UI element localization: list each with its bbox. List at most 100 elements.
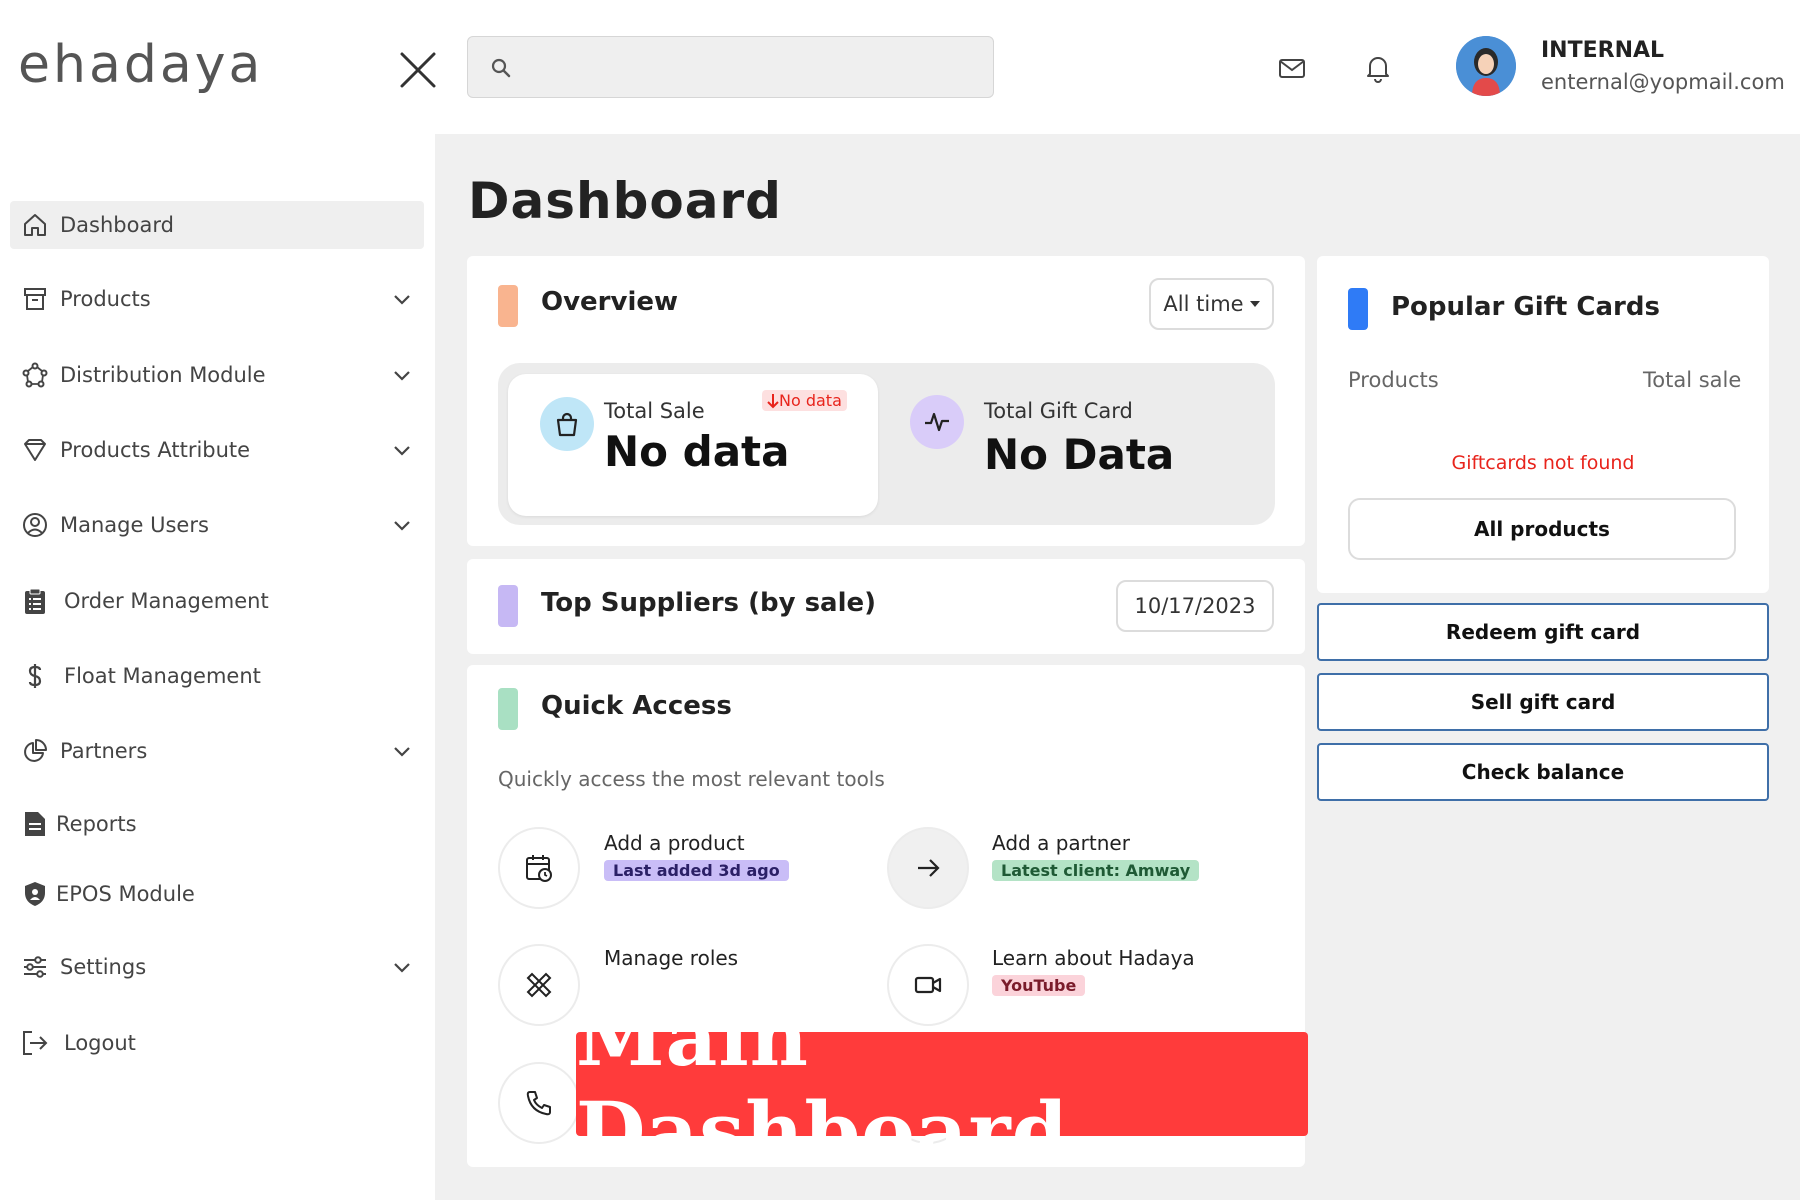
ehadaya-logo[interactable]: ehadaya bbox=[18, 30, 263, 100]
user-circle-icon bbox=[20, 510, 50, 540]
sidebar-item-products-attribute[interactable]: Products Attribute bbox=[10, 426, 424, 474]
sidebar-item-reports[interactable]: Reports bbox=[10, 800, 424, 848]
total-sale-value: No data bbox=[604, 427, 790, 476]
clipboard-icon bbox=[20, 586, 50, 616]
sidebar-item-label: Logout bbox=[64, 1031, 136, 1055]
document-icon bbox=[20, 809, 50, 839]
sidebar-item-label: Dashboard bbox=[60, 213, 174, 237]
chevron-down-icon[interactable] bbox=[390, 513, 414, 537]
time-filter-dropdown[interactable]: All time bbox=[1149, 278, 1274, 330]
logout-icon bbox=[20, 1028, 50, 1058]
total-gift-card-value: No Data bbox=[984, 430, 1175, 479]
shield-icon bbox=[20, 879, 50, 909]
main-dashboard-banner: Main Dashboard bbox=[576, 990, 1308, 1178]
logo-text: ehadaya bbox=[18, 35, 264, 95]
sidebar-item-label: EPOS Module bbox=[56, 882, 195, 906]
col-total-sale-header: Total sale bbox=[1643, 368, 1742, 392]
sell-gift-card-button[interactable]: Sell gift card bbox=[1317, 673, 1769, 731]
sidebar: Dashboard Products Distribution Module P… bbox=[0, 134, 435, 1200]
sidebar-item-label: Distribution Module bbox=[60, 363, 266, 387]
arrow-right-icon bbox=[914, 854, 942, 882]
empty-gift-cards-message: Giftcards not found bbox=[1451, 452, 1635, 474]
sidebar-item-distribution-module[interactable]: Distribution Module bbox=[10, 351, 424, 399]
chevron-down-icon[interactable] bbox=[390, 363, 414, 387]
all-products-button[interactable]: All products bbox=[1348, 498, 1736, 560]
tools-icon bbox=[524, 970, 554, 1000]
phone-icon bbox=[525, 1089, 553, 1117]
call-support-button[interactable] bbox=[498, 1062, 580, 1144]
sidebar-item-label: Products bbox=[60, 287, 151, 311]
chevron-down-icon[interactable] bbox=[390, 739, 414, 763]
top-bar: ehadaya INTERNAL enternal@yopmail.com bbox=[0, 0, 1800, 134]
archive-icon bbox=[20, 284, 50, 314]
sliders-icon bbox=[20, 952, 50, 982]
close-sidebar-icon[interactable] bbox=[398, 50, 438, 90]
gift-cards-accent bbox=[1348, 288, 1368, 330]
chevron-down-icon[interactable] bbox=[390, 955, 414, 979]
sidebar-item-float-management[interactable]: Float Management bbox=[10, 652, 424, 700]
sidebar-item-label: Manage Users bbox=[60, 513, 209, 537]
supplier-date-picker[interactable]: 10/17/2023 bbox=[1116, 580, 1274, 632]
check-balance-label: Check balance bbox=[1461, 760, 1625, 784]
add-product-label[interactable]: Add a product bbox=[604, 831, 745, 855]
chevron-down-icon[interactable] bbox=[390, 438, 414, 462]
time-filter-label: All time bbox=[1163, 292, 1244, 316]
search-icon bbox=[490, 57, 512, 79]
search-bar[interactable] bbox=[467, 36, 994, 98]
add-partner-button[interactable] bbox=[887, 827, 969, 909]
sidebar-item-products[interactable]: Products bbox=[10, 275, 424, 323]
pie-chart-icon bbox=[20, 736, 50, 766]
search-input[interactable] bbox=[524, 47, 974, 87]
supplier-date-value: 10/17/2023 bbox=[1134, 594, 1256, 618]
diamond-icon bbox=[20, 435, 50, 465]
total-gift-card-label: Total Gift Card bbox=[984, 399, 1133, 423]
user-email: enternal@yopmail.com bbox=[1541, 70, 1785, 94]
add-product-tag: Last added 3d ago bbox=[604, 860, 789, 881]
overview-title: Overview bbox=[541, 287, 679, 317]
sidebar-item-label: Reports bbox=[56, 812, 137, 836]
add-partner-tag: Latest client: Amway bbox=[992, 860, 1200, 881]
calendar-clock-icon bbox=[524, 853, 554, 883]
sidebar-item-dashboard[interactable]: Dashboard bbox=[10, 201, 424, 249]
sidebar-item-label: Partners bbox=[60, 739, 148, 763]
total-sale-label: Total Sale bbox=[604, 399, 705, 423]
quick-access-subtitle: Quickly access the most relevant tools bbox=[498, 767, 885, 791]
sale-trend-badge: No data bbox=[762, 390, 847, 411]
popular-gift-cards-title: Popular Gift Cards bbox=[1391, 292, 1660, 322]
sidebar-item-partners[interactable]: Partners bbox=[10, 727, 424, 775]
add-partner-label[interactable]: Add a partner bbox=[992, 831, 1130, 855]
user-name: INTERNAL bbox=[1541, 38, 1665, 63]
sidebar-item-manage-users[interactable]: Manage Users bbox=[10, 501, 424, 549]
check-balance-button[interactable]: Check balance bbox=[1317, 743, 1769, 801]
activity-icon bbox=[910, 395, 964, 449]
page-title: Dashboard bbox=[468, 172, 782, 230]
avatar[interactable] bbox=[1456, 36, 1516, 96]
all-products-label: All products bbox=[1474, 517, 1610, 541]
dollar-icon bbox=[20, 661, 50, 691]
quick-access-accent bbox=[498, 688, 518, 730]
learn-about-label[interactable]: Learn about Hadaya bbox=[992, 946, 1195, 970]
sidebar-item-label: Settings bbox=[60, 955, 147, 979]
home-icon bbox=[20, 210, 50, 240]
sidebar-item-settings[interactable]: Settings bbox=[10, 943, 424, 991]
add-product-button[interactable] bbox=[498, 827, 580, 909]
manage-roles-button[interactable] bbox=[498, 944, 580, 1026]
caret-down-icon bbox=[1249, 300, 1260, 308]
sidebar-item-label: Products Attribute bbox=[60, 438, 251, 462]
overview-accent bbox=[498, 285, 518, 327]
sidebar-item-order-management[interactable]: Order Management bbox=[10, 577, 424, 625]
banner-text: Main Dashboard bbox=[576, 990, 1069, 1178]
manage-roles-label[interactable]: Manage roles bbox=[604, 946, 738, 970]
chevron-down-icon[interactable] bbox=[390, 287, 414, 311]
suppliers-accent bbox=[498, 585, 518, 627]
bell-icon[interactable] bbox=[1362, 52, 1394, 84]
shopping-bag-icon bbox=[540, 397, 594, 451]
sidebar-item-logout[interactable]: Logout bbox=[10, 1019, 424, 1067]
sell-label: Sell gift card bbox=[1470, 690, 1616, 714]
col-products-header: Products bbox=[1348, 368, 1439, 392]
mail-icon[interactable] bbox=[1276, 52, 1308, 84]
arrow-down-icon bbox=[767, 393, 779, 409]
redeem-gift-card-button[interactable]: Redeem gift card bbox=[1317, 603, 1769, 661]
sidebar-item-epos-module[interactable]: EPOS Module bbox=[10, 870, 424, 918]
top-suppliers-title: Top Suppliers (by sale) bbox=[541, 588, 877, 618]
